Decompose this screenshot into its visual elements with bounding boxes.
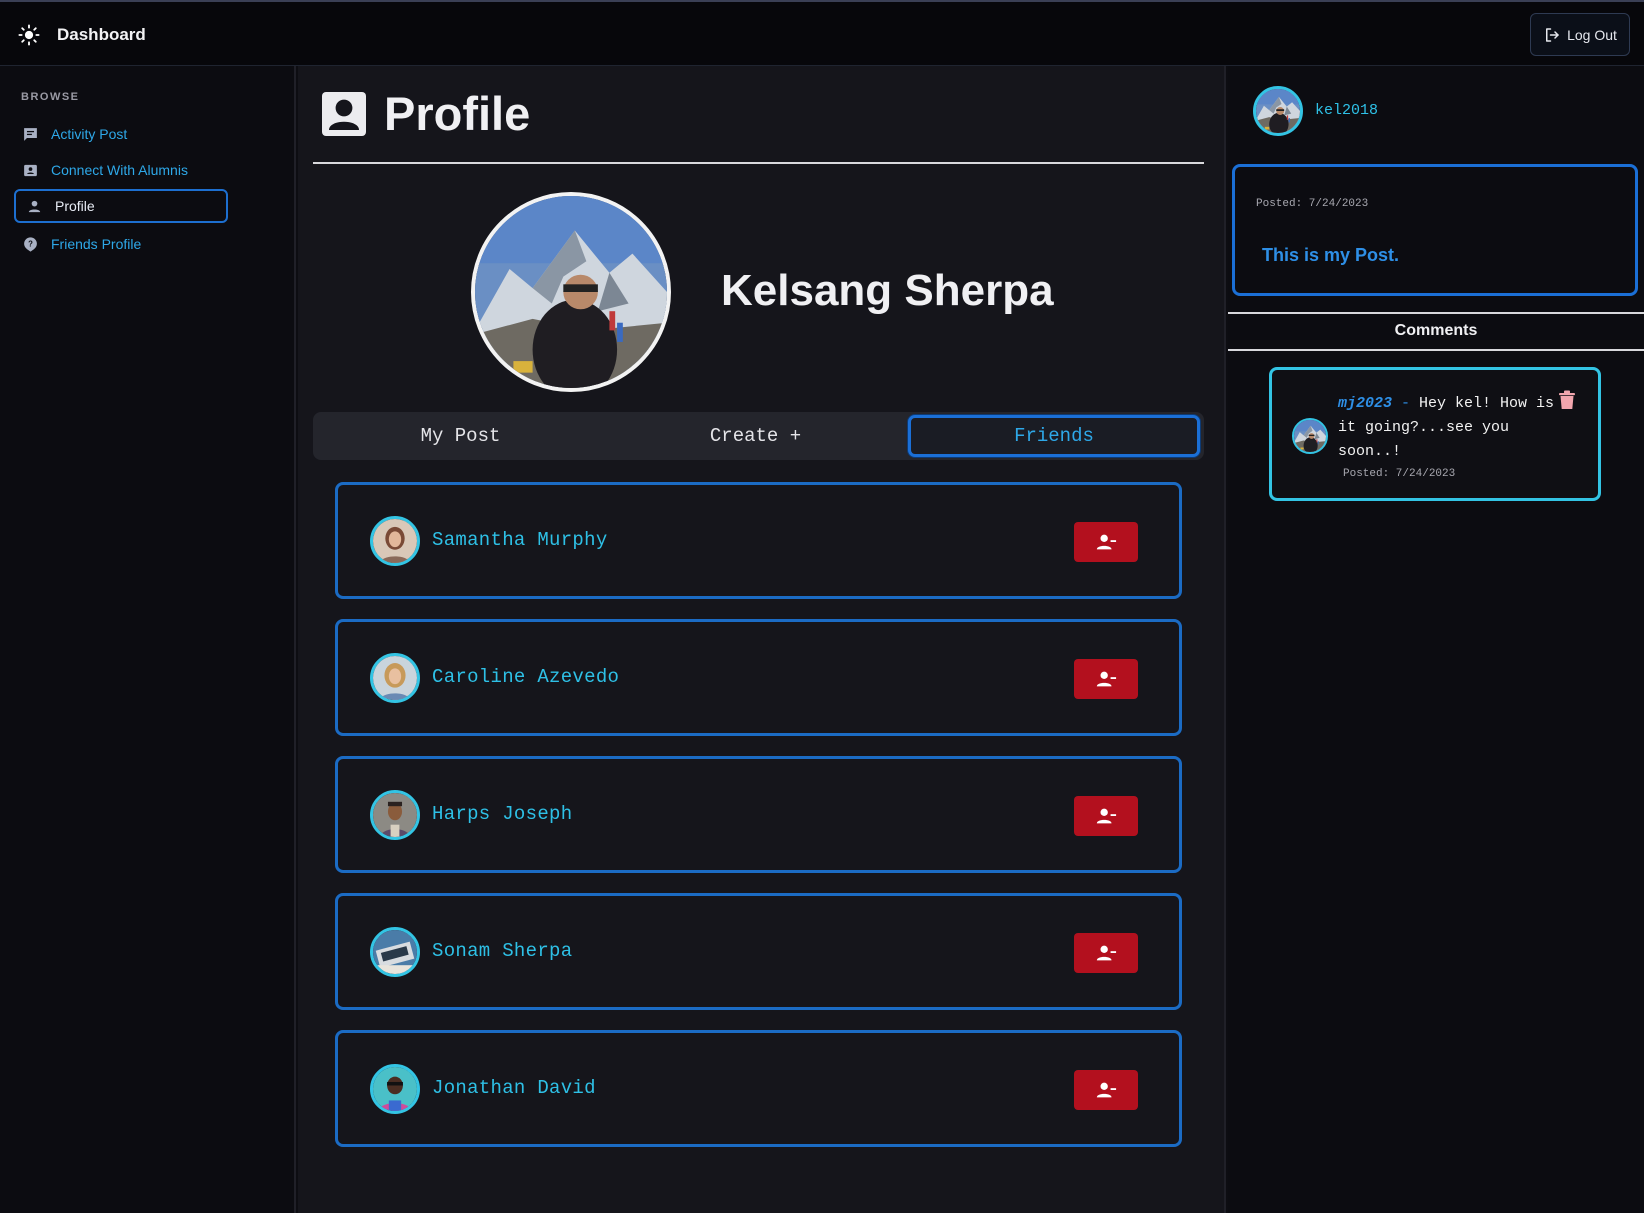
tab-create[interactable]: Create + [608,412,903,460]
user-minus-icon [1096,671,1117,687]
user-minus-icon [1096,1082,1117,1098]
person-icon [28,200,41,212]
logout-button[interactable]: Log Out [1530,13,1630,56]
friend-card: Samantha Murphy [335,482,1182,599]
friend-avatar [370,1064,420,1114]
tab-my-post[interactable]: My Post [313,412,608,460]
top-bar: Dashboard Log Out [0,0,1644,66]
user-minus-icon [1096,945,1117,961]
user-minus-icon [1096,808,1117,824]
sidebar-section-title: BROWSE [21,91,80,103]
comments-top-divider [1228,312,1644,314]
page-title: Profile [320,86,530,141]
unfriend-button[interactable] [1074,796,1138,836]
friend-name[interactable]: Jonathan David [432,1077,596,1099]
main-content: Profile Kelsang Sherpa My Post Create + … [298,66,1226,1213]
app-title: Dashboard [57,25,146,44]
comment-separator: - [1392,395,1420,412]
profile-full-name: Kelsang Sherpa [721,266,1054,315]
contacts-icon [24,164,37,176]
friend-name[interactable]: Sonam Sherpa [432,940,572,962]
sidebar: BROWSE Activity Post Connect With Alumni… [0,66,296,1213]
post-card: Posted: 7/24/2023 This is my Post. [1232,164,1638,296]
question-badge-icon: ? [24,236,37,252]
friend-avatar [370,516,420,566]
sidebar-item-activity-post[interactable]: Activity Post [14,117,228,151]
sidebar-item-label: Activity Post [51,126,128,142]
unfriend-button[interactable] [1074,659,1138,699]
friend-name[interactable]: Caroline Azevedo [432,666,619,688]
right-panel: kel2018 Posted: 7/24/2023 This is my Pos… [1228,66,1644,1213]
friend-avatar [370,653,420,703]
user-minus-icon [1096,534,1117,550]
theme-toggle-sun-icon[interactable] [18,24,40,46]
unfriend-button[interactable] [1074,933,1138,973]
sidebar-item-label: Connect With Alumnis [51,162,188,178]
friend-card: Caroline Azevedo [335,619,1182,736]
profile-tabs: My Post Create + Friends [313,412,1204,460]
friend-card: Jonathan David [335,1030,1182,1147]
friend-card: Sonam Sherpa [335,893,1182,1010]
comments-bottom-divider [1228,349,1644,351]
profile-card-icon [322,91,366,136]
friend-avatar [370,790,420,840]
trash-icon[interactable] [1558,390,1576,410]
friend-name[interactable]: Harps Joseph [432,803,572,825]
post-date: Posted: 7/24/2023 [1256,198,1369,210]
logout-label: Log Out [1567,26,1617,43]
tab-friends[interactable]: Friends [908,415,1200,457]
logout-icon [1546,27,1559,42]
page-title-text: Profile [384,87,531,140]
message-icon [24,127,37,141]
comment-avatar [1292,418,1328,454]
sidebar-item-label: Friends Profile [51,236,142,252]
unfriend-button[interactable] [1074,1070,1138,1110]
unfriend-button[interactable] [1074,522,1138,562]
profile-avatar [471,192,671,392]
sidebar-item-profile[interactable]: Profile [14,189,228,223]
friend-card: Harps Joseph [335,756,1182,873]
sidebar-item-friends-profile[interactable]: ? Friends Profile [14,227,228,261]
sidebar-item-label: Profile [55,198,95,214]
post-text: This is my Post. [1262,245,1400,265]
comments-heading: Comments [1394,322,1478,339]
friend-avatar [370,927,420,977]
title-divider [313,162,1204,164]
friend-name[interactable]: Samantha Murphy [432,529,608,551]
svg-text:?: ? [28,239,33,248]
comment-card: mj2023 - Hey kel! How is it going?...see… [1269,367,1601,501]
comment-author[interactable]: mj2023 [1338,395,1392,412]
sidebar-item-connect-alumnis[interactable]: Connect With Alumnis [14,153,228,187]
user-avatar [1253,86,1303,136]
comment-date: Posted: 7/24/2023 [1343,468,1456,480]
username[interactable]: kel2018 [1315,102,1378,119]
comment-body: mj2023 - Hey kel! How is it going?...see… [1338,392,1558,464]
